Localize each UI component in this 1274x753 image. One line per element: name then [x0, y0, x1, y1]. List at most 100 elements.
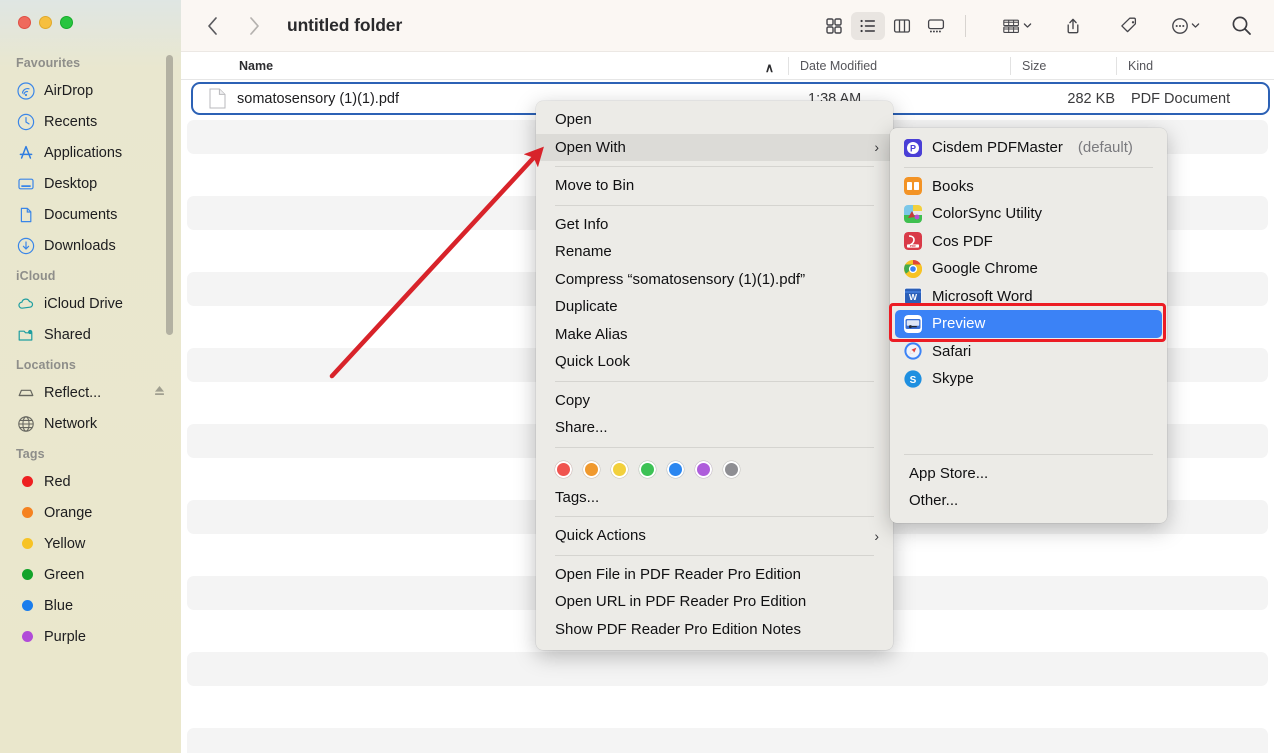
submenu-item-cos-pdf[interactable]: PDF Cos PDF: [890, 228, 1167, 256]
sidebar-item-label: Red: [44, 473, 71, 490]
sidebar-item-applications[interactable]: Applications: [14, 137, 181, 168]
submenu-item-microsoft-word[interactable]: W Microsoft Word: [890, 283, 1167, 311]
search-button[interactable]: [1224, 12, 1258, 40]
column-view-button[interactable]: [885, 12, 919, 40]
menu-item-rename[interactable]: Rename: [536, 238, 893, 266]
tag-dot-icon: [16, 627, 35, 646]
icon-view-button[interactable]: [817, 12, 851, 40]
column-header-kind[interactable]: Kind: [1116, 52, 1274, 80]
context-menu[interactable]: Open Open With › Move to Bin Get Info Re…: [536, 101, 893, 650]
tag-color-swatches: [536, 453, 893, 484]
tag-swatch-blue[interactable]: [667, 460, 684, 478]
sidebar-item-label: Downloads: [44, 237, 116, 254]
minimize-button[interactable]: [39, 16, 52, 29]
document-icon: [16, 205, 35, 224]
menu-item-make-alias[interactable]: Make Alias: [536, 321, 893, 349]
eject-icon[interactable]: [152, 383, 167, 402]
desktop-icon: [16, 174, 35, 193]
sidebar-item-shared[interactable]: Shared: [14, 319, 181, 350]
menu-item-open-file-pdf-reader-pro[interactable]: Open File in PDF Reader Pro Edition: [536, 561, 893, 589]
empty-row: [187, 690, 1268, 724]
sidebar-item-icloud-drive[interactable]: iCloud Drive: [14, 288, 181, 319]
sidebar-tag-purple[interactable]: Purple: [14, 621, 181, 652]
open-with-submenu[interactable]: P Cisdem PDFMaster (default) Books Color…: [890, 128, 1167, 523]
sidebar-item-airdrop[interactable]: AirDrop: [14, 75, 181, 106]
menu-item-tags[interactable]: Tags...: [536, 484, 893, 512]
sidebar-scroll-area[interactable]: Favourites AirDrop Recents Applications: [0, 48, 181, 753]
menu-item-copy[interactable]: Copy: [536, 387, 893, 415]
group-by-button[interactable]: [1000, 12, 1034, 40]
sidebar-item-recents[interactable]: Recents: [14, 106, 181, 137]
sidebar-item-label: Applications: [44, 144, 123, 161]
zoom-button[interactable]: [60, 16, 73, 29]
submenu-item-google-chrome[interactable]: Google Chrome: [890, 255, 1167, 283]
chrome-icon: [904, 259, 922, 278]
column-label: Size: [1022, 58, 1047, 73]
menu-item-get-info[interactable]: Get Info: [536, 211, 893, 239]
tag-swatch-purple[interactable]: [695, 460, 712, 478]
menu-item-share[interactable]: Share...: [536, 414, 893, 442]
tag-swatch-grey[interactable]: [723, 460, 740, 478]
navigation-arrows: [203, 15, 263, 37]
menu-item-quick-look[interactable]: Quick Look: [536, 348, 893, 376]
submenu-item-other[interactable]: Other...: [890, 487, 1167, 515]
menu-item-duplicate[interactable]: Duplicate: [536, 293, 893, 321]
menu-item-quick-actions[interactable]: Quick Actions ›: [536, 522, 893, 550]
list-view-button[interactable]: [851, 11, 885, 40]
gallery-view-button[interactable]: [919, 12, 953, 40]
column-header-name[interactable]: Name ∧: [181, 52, 788, 80]
tag-swatch-yellow[interactable]: [611, 460, 628, 478]
more-actions-button[interactable]: [1168, 12, 1202, 40]
finder-window: Favourites AirDrop Recents Applications: [0, 0, 1274, 753]
menu-item-open-url-pdf-reader-pro[interactable]: Open URL in PDF Reader Pro Edition: [536, 588, 893, 616]
menu-item-label: Show PDF Reader Pro Edition Notes: [555, 620, 801, 638]
submenu-item-skype[interactable]: S Skype: [890, 365, 1167, 393]
sidebar-item-documents[interactable]: Documents: [14, 199, 181, 230]
share-button[interactable]: [1056, 12, 1090, 40]
sidebar-tag-blue[interactable]: Blue: [14, 590, 181, 621]
tag-button[interactable]: [1112, 12, 1146, 40]
column-header-size[interactable]: Size: [1010, 52, 1116, 80]
menu-item-show-pdf-reader-pro-notes[interactable]: Show PDF Reader Pro Edition Notes: [536, 616, 893, 644]
column-header-date-modified[interactable]: Date Modified: [788, 52, 1010, 80]
sidebar-item-network[interactable]: Network: [14, 408, 181, 439]
file-size-cell: 282 KB: [1067, 90, 1115, 107]
toolbar-buttons: [817, 11, 1258, 40]
submenu-item-colorsync-utility[interactable]: ColorSync Utility: [890, 200, 1167, 228]
tag-swatch-green[interactable]: [639, 460, 656, 478]
sidebar-tag-red[interactable]: Red: [14, 466, 181, 497]
sidebar-item-label: Reflect...: [44, 384, 102, 401]
svg-text:P: P: [910, 143, 916, 153]
submenu-item-books[interactable]: Books: [890, 173, 1167, 201]
sidebar-item-label: Recents: [44, 113, 98, 130]
sidebar-item-downloads[interactable]: Downloads: [14, 230, 181, 261]
menu-item-compress[interactable]: Compress “somatosensory (1)(1).pdf”: [536, 266, 893, 294]
sidebar-tag-orange[interactable]: Orange: [14, 497, 181, 528]
sidebar-item-label: Green: [44, 566, 85, 583]
sidebar-scrollbar[interactable]: [166, 55, 173, 335]
menu-item-open-with[interactable]: Open With ›: [536, 133, 893, 161]
close-button[interactable]: [18, 16, 31, 29]
submenu-item-cisdem-pdfmaster[interactable]: P Cisdem PDFMaster (default): [890, 134, 1167, 162]
menu-separator: [555, 204, 874, 206]
sidebar-item-label: Desktop: [44, 175, 98, 192]
tag-swatch-red[interactable]: [555, 460, 572, 478]
submenu-item-label: Google Chrome: [932, 260, 1038, 278]
sidebar-tag-yellow[interactable]: Yellow: [14, 528, 181, 559]
submenu-item-preview[interactable]: Preview: [895, 310, 1162, 338]
tag-dot-icon: [16, 503, 35, 522]
back-button[interactable]: [203, 15, 221, 37]
menu-item-open[interactable]: Open: [536, 106, 893, 134]
forward-button[interactable]: [245, 15, 263, 37]
tag-dot-icon: [16, 596, 35, 615]
sidebar-item-desktop[interactable]: Desktop: [14, 168, 181, 199]
submenu-item-label: Cos PDF: [932, 232, 993, 250]
toolbar: untitled folder: [181, 0, 1274, 52]
file-name-label: somatosensory (1)(1).pdf: [237, 90, 399, 107]
submenu-item-safari[interactable]: Safari: [890, 338, 1167, 366]
tag-swatch-orange[interactable]: [583, 460, 600, 478]
submenu-item-app-store[interactable]: App Store...: [890, 460, 1167, 488]
menu-item-move-to-bin[interactable]: Move to Bin: [536, 172, 893, 200]
sidebar-tag-green[interactable]: Green: [14, 559, 181, 590]
sidebar-item-reflect[interactable]: Reflect...: [14, 377, 181, 408]
